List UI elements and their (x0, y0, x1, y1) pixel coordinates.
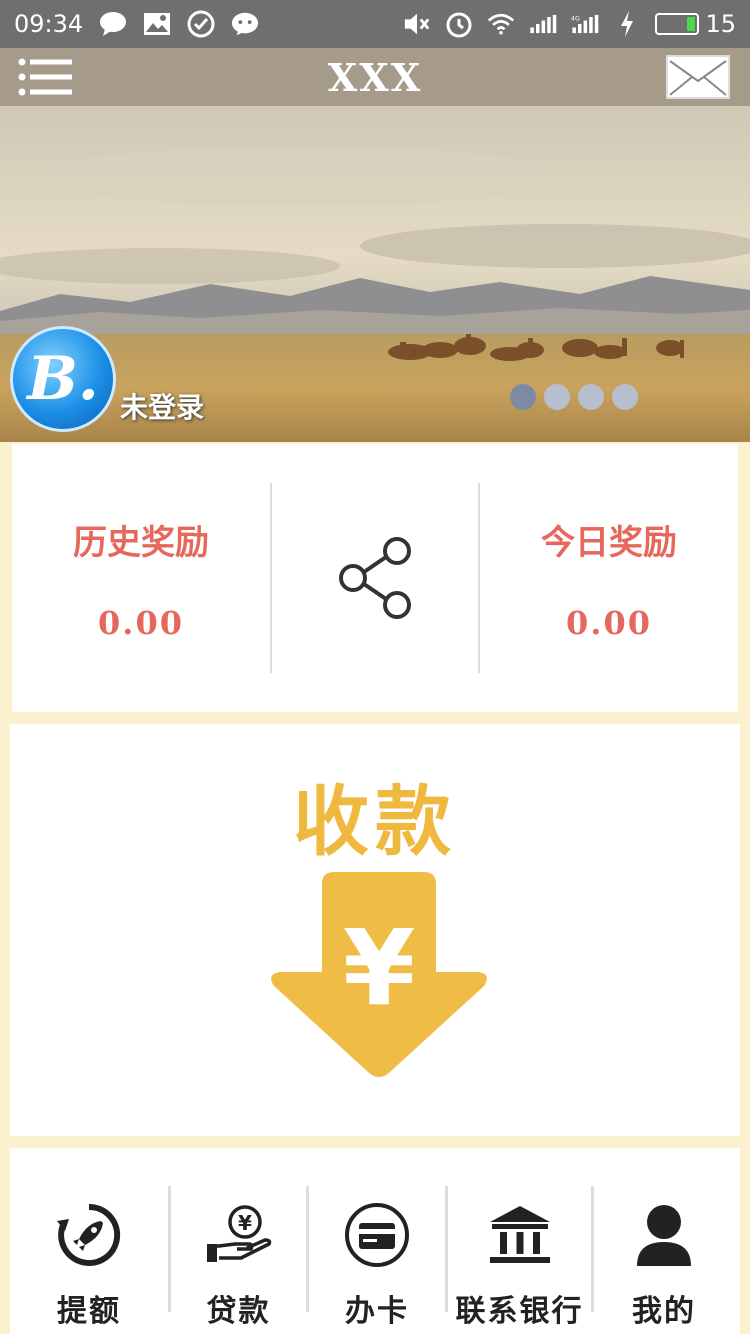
yuan-down-arrow-icon[interactable]: ¥ (266, 872, 492, 1082)
svg-text:4G: 4G (571, 16, 580, 23)
carousel-dot-1[interactable] (510, 384, 536, 410)
banner-carousel[interactable]: B. 未登录 (0, 106, 750, 442)
history-reward-label: 历史奖励 (73, 522, 209, 563)
status-left: 09:34 (14, 10, 259, 38)
message-icon (99, 10, 127, 38)
nav-item-loan[interactable]: ¥ 贷款 (171, 1148, 306, 1334)
avatar[interactable]: B. (10, 326, 116, 432)
image-icon (143, 10, 171, 38)
today-reward[interactable]: 今日奖励 0.00 (480, 483, 738, 673)
signal-icon (529, 10, 557, 38)
nav-label: 我的 (632, 1294, 696, 1329)
wifi-icon (487, 10, 515, 38)
battery-level: 15 (705, 10, 736, 38)
svg-text:¥: ¥ (238, 1211, 252, 1235)
check-icon (187, 10, 215, 38)
share-icon (339, 537, 411, 619)
charging-icon (613, 10, 641, 38)
user-icon (635, 1202, 693, 1268)
card-icon (344, 1202, 410, 1268)
login-status-text[interactable]: 未登录 (120, 386, 204, 426)
nav-label: 办卡 (345, 1294, 409, 1329)
mail-icon[interactable] (666, 55, 730, 99)
nav-item-profile[interactable]: 我的 (594, 1148, 734, 1334)
yuan-symbol: ¥ (343, 907, 415, 1029)
carousel-dot-2[interactable] (544, 384, 570, 410)
nav-label: 联系银行 (455, 1294, 584, 1329)
4g-signal-icon: 4G (571, 10, 599, 38)
wechat-icon (231, 10, 259, 38)
page-title: XXX (327, 54, 423, 100)
bank-icon (488, 1202, 552, 1268)
receive-payment-card[interactable]: 收款 ¥ (10, 724, 740, 1136)
history-reward-value: 0.00 (98, 603, 184, 642)
menu-icon[interactable] (18, 58, 74, 96)
status-time: 09:34 (14, 10, 84, 38)
history-reward[interactable]: 历史奖励 0.00 (12, 483, 270, 673)
bottom-nav: 提额 ¥ 贷款 办卡 联系银行 我的 (10, 1148, 740, 1334)
carousel-dots (510, 384, 638, 410)
battery-icon: 15 (655, 10, 736, 38)
nav-label: 提额 (57, 1294, 121, 1329)
share-button[interactable] (272, 535, 478, 621)
rocket-icon (57, 1202, 121, 1268)
nav-item-raise-limit[interactable]: 提额 (10, 1148, 168, 1334)
nav-item-apply-card[interactable]: 办卡 (309, 1148, 445, 1334)
nav-item-contact-bank[interactable]: 联系银行 (448, 1148, 591, 1334)
nav-label: 贷款 (206, 1294, 271, 1329)
header-bar: XXX (0, 48, 750, 106)
carousel-dot-3[interactable] (578, 384, 604, 410)
loan-hand-icon: ¥ (205, 1202, 273, 1268)
receive-title: 收款 (293, 777, 457, 866)
alarm-icon (445, 10, 473, 38)
status-bar: 09:34 4G 15 (0, 0, 750, 48)
mute-icon (403, 10, 431, 38)
avatar-letter: B. (27, 344, 99, 414)
status-right: 4G 15 (403, 10, 736, 38)
rewards-card: 历史奖励 0.00 今日奖励 0.00 (12, 444, 738, 712)
carousel-dot-4[interactable] (612, 384, 638, 410)
today-reward-label: 今日奖励 (541, 522, 677, 563)
today-reward-value: 0.00 (566, 603, 652, 642)
